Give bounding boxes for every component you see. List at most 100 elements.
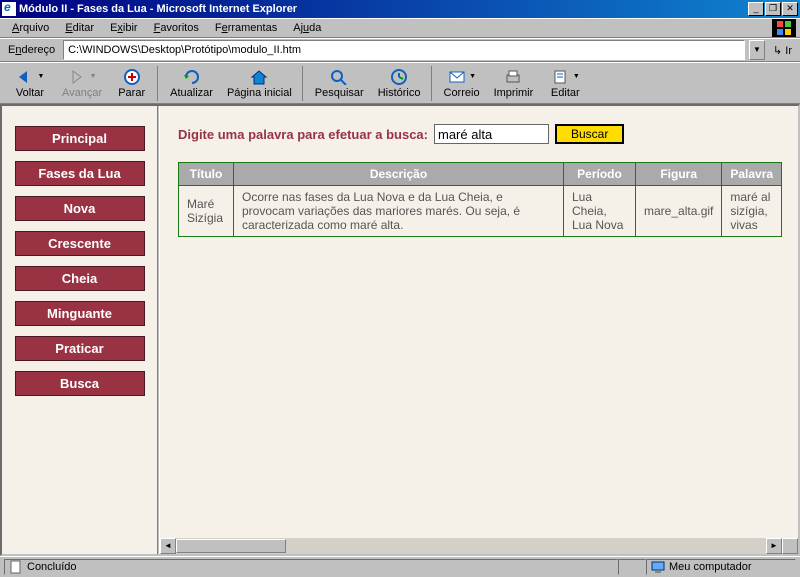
sidebar-item-minguante[interactable]: Minguante	[15, 301, 145, 326]
mail-icon	[447, 68, 467, 86]
home-button[interactable]: Página inicial	[221, 66, 303, 101]
edit-icon	[551, 68, 571, 86]
mail-button[interactable]: ▼ Correio	[438, 66, 486, 101]
scroll-thumb[interactable]	[176, 539, 286, 553]
results-table: Título Descrição Período Figura Palavra …	[178, 162, 782, 237]
sidebar: Principal Fases da Lua Nova Crescente Ch…	[2, 106, 157, 554]
buscar-button[interactable]: Buscar	[555, 124, 624, 144]
chevron-down-icon: ▼	[38, 73, 45, 80]
menu-ajuda-label: da	[309, 22, 321, 34]
status-pane-ssl	[618, 559, 646, 575]
col-figura: Figura	[636, 163, 722, 186]
stop-label: Parar	[118, 87, 145, 99]
address-input[interactable]	[68, 44, 740, 56]
document-icon	[9, 560, 23, 574]
sidebar-item-principal[interactable]: Principal	[15, 126, 145, 151]
sidebar-item-praticar[interactable]: Praticar	[15, 336, 145, 361]
close-button[interactable]: ✕	[782, 2, 798, 16]
titlebar: Módulo II - Fases da Lua - Microsoft Int…	[0, 0, 800, 18]
col-titulo: Título	[179, 163, 234, 186]
search-row: Digite uma palavra para efetuar a busca:…	[178, 124, 798, 144]
search-input[interactable]	[434, 124, 549, 144]
search-button[interactable]: Pesquisar	[309, 66, 370, 101]
home-icon	[249, 68, 269, 86]
cell-figura: mare_alta.gif	[636, 186, 722, 237]
window-title: Módulo II - Fases da Lua - Microsoft Int…	[19, 3, 748, 15]
sidebar-item-crescente[interactable]: Crescente	[15, 231, 145, 256]
statusbar: Concluído Meu computador	[0, 556, 800, 576]
computer-icon	[651, 560, 665, 574]
chevron-down-icon: ▼	[469, 73, 476, 80]
refresh-button[interactable]: Atualizar	[164, 66, 219, 101]
address-field[interactable]	[63, 40, 745, 60]
print-label: Imprimir	[494, 87, 534, 99]
scroll-track[interactable]	[176, 538, 766, 554]
menu-ferramentas[interactable]: Ferramentas	[207, 20, 285, 36]
toolbar: ▼ Voltar ▼ Avançar Parar Atualizar Págin…	[0, 62, 800, 104]
history-label: Histórico	[378, 87, 421, 99]
history-icon	[389, 68, 409, 86]
status-right: Meu computador	[646, 559, 796, 575]
menubar: Arquivo Editar Exibir Favoritos Ferramen…	[0, 18, 800, 38]
scroll-left-icon[interactable]: ◄	[160, 538, 176, 554]
forward-icon	[68, 68, 88, 86]
edit-label: Editar	[551, 87, 580, 99]
scroll-right-icon[interactable]: ►	[766, 538, 782, 554]
restore-button[interactable]: ❐	[765, 2, 781, 16]
chevron-down-icon: ▼	[573, 73, 580, 80]
horizontal-scrollbar[interactable]: ◄ ►	[160, 538, 798, 554]
back-icon	[16, 68, 36, 86]
menu-arquivo-label: rquivo	[19, 22, 49, 34]
home-label: Página inicial	[227, 87, 292, 99]
table-row: Maré Sizígia Ocorre nas fases da Lua Nov…	[179, 186, 782, 237]
windows-flag-icon	[772, 19, 796, 37]
col-descricao: Descrição	[234, 163, 564, 186]
back-button[interactable]: ▼ Voltar	[6, 66, 54, 101]
minimize-button[interactable]: _	[748, 2, 764, 16]
scroll-corner	[782, 538, 798, 554]
cell-descricao: Ocorre nas fases da Lua Nova e da Lua Ch…	[234, 186, 564, 237]
status-text-left: Concluído	[27, 561, 77, 573]
col-periodo: Período	[564, 163, 636, 186]
menu-favoritos-label: avoritos	[160, 22, 199, 34]
refresh-icon	[182, 68, 202, 86]
menu-exibir[interactable]: Exibir	[102, 20, 146, 36]
go-label: Ir	[785, 45, 792, 57]
col-palavra: Palavra	[722, 163, 782, 186]
go-button[interactable]: ↳ Ir	[769, 44, 796, 57]
menu-favoritos[interactable]: Favoritos	[146, 20, 207, 36]
content-frame: Principal Fases da Lua Nova Crescente Ch…	[0, 104, 800, 556]
menu-exibir-label: ibir	[123, 22, 138, 34]
refresh-label: Atualizar	[170, 87, 213, 99]
search-icon	[329, 68, 349, 86]
search-label: Pesquisar	[315, 87, 364, 99]
sidebar-item-fases[interactable]: Fases da Lua	[15, 161, 145, 186]
forward-label: Avançar	[62, 87, 102, 99]
print-button[interactable]: Imprimir	[488, 66, 540, 101]
chevron-down-icon: ▼	[90, 73, 97, 80]
stop-button[interactable]: Parar	[110, 66, 158, 101]
status-left: Concluído	[4, 559, 618, 575]
back-label: Voltar	[16, 87, 44, 99]
forward-button[interactable]: ▼ Avançar	[56, 66, 108, 101]
cell-periodo: Lua Cheia, Lua Nova	[564, 186, 636, 237]
mail-label: Correio	[444, 87, 480, 99]
menu-editar-label: ditar	[73, 22, 94, 34]
stop-icon	[122, 68, 142, 86]
print-icon	[503, 68, 523, 86]
status-text-right: Meu computador	[669, 561, 752, 573]
search-prompt: Digite uma palavra para efetuar a busca:	[178, 127, 428, 142]
menu-arquivo[interactable]: Arquivo	[4, 20, 57, 36]
sidebar-item-nova[interactable]: Nova	[15, 196, 145, 221]
history-button[interactable]: Histórico	[372, 66, 432, 101]
menu-ferramentas-label: rramentas	[228, 22, 278, 34]
main-panel: Digite uma palavra para efetuar a busca:…	[160, 106, 798, 554]
sidebar-item-cheia[interactable]: Cheia	[15, 266, 145, 291]
menu-ajuda[interactable]: Ajuda	[285, 20, 329, 36]
edit-button[interactable]: ▼ Editar	[541, 66, 589, 101]
address-dropdown[interactable]: ▼	[749, 40, 765, 60]
menu-editar[interactable]: Editar	[57, 20, 102, 36]
ie-icon	[2, 2, 16, 16]
sidebar-item-busca[interactable]: Busca	[15, 371, 145, 396]
cell-titulo: Maré Sizígia	[179, 186, 234, 237]
